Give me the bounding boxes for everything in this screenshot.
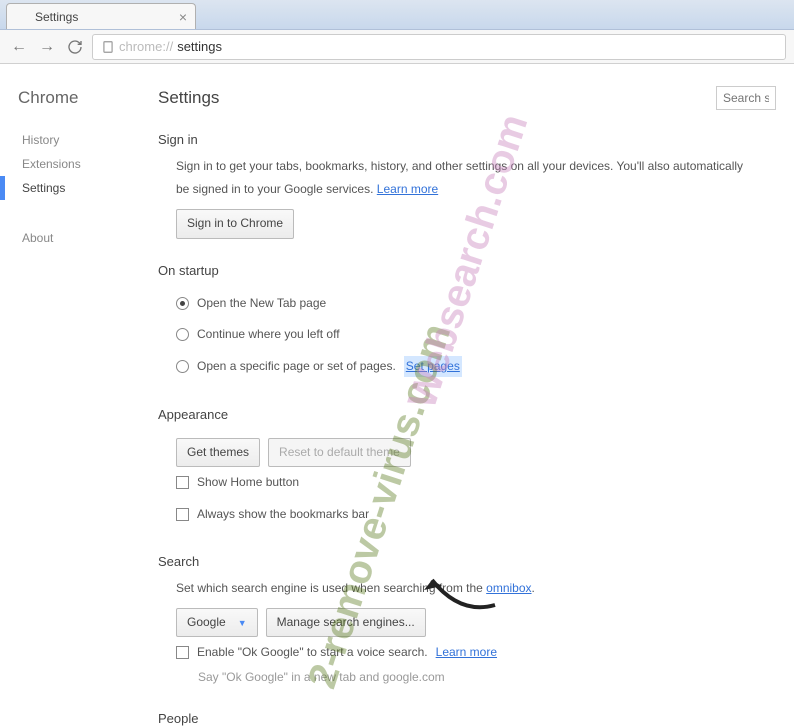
omnibox-link[interactable]: omnibox: [486, 581, 531, 595]
startup-section-title: On startup: [158, 263, 776, 278]
signin-desc-2: be signed in to your Google services.: [176, 182, 373, 196]
show-home-checkbox-row[interactable]: Show Home button: [176, 467, 776, 498]
sidebar-item-settings[interactable]: Settings: [18, 176, 140, 200]
radio-icon: [176, 297, 189, 310]
back-button[interactable]: ←: [8, 36, 30, 58]
main-content: Settings Sign in Sign in to get your tab…: [140, 64, 794, 686]
startup-option-label: Open the New Tab page: [197, 294, 326, 313]
ok-google-learn-link[interactable]: Learn more: [436, 643, 497, 662]
page-title: Settings: [158, 88, 716, 108]
radio-icon: [176, 360, 189, 373]
startup-option-continue[interactable]: Continue where you left off: [176, 319, 776, 350]
tab-bar: Settings ×: [0, 0, 794, 30]
sidebar: Chrome History Extensions Settings About: [0, 64, 140, 686]
search-section-title: Search: [158, 554, 776, 569]
get-themes-button[interactable]: Get themes: [176, 438, 260, 467]
address-bar[interactable]: chrome:// settings: [92, 34, 786, 60]
chevron-down-icon: ▼: [238, 618, 247, 628]
people-section-title: People: [158, 711, 776, 726]
signin-section-title: Sign in: [158, 132, 776, 147]
address-prefix: chrome://: [119, 39, 173, 54]
checkbox-icon: [176, 646, 189, 659]
tab-title: Settings: [35, 10, 78, 24]
show-bookmarks-label: Always show the bookmarks bar: [197, 505, 369, 524]
startup-option-newtab[interactable]: Open the New Tab page: [176, 288, 776, 319]
startup-option-label: Continue where you left off: [197, 325, 340, 344]
search-settings-input[interactable]: [716, 86, 776, 110]
sidebar-item-history[interactable]: History: [18, 128, 140, 152]
search-engine-dropdown[interactable]: Google▼: [176, 608, 258, 637]
set-pages-link[interactable]: Set pages: [404, 356, 462, 377]
startup-option-label: Open a specific page or set of pages.: [197, 357, 396, 376]
show-bookmarks-checkbox-row[interactable]: Always show the bookmarks bar: [176, 499, 776, 530]
signin-learn-more-link[interactable]: Learn more: [377, 182, 438, 196]
radio-icon: [176, 328, 189, 341]
ok-google-label: Enable "Ok Google" to start a voice sear…: [197, 643, 428, 662]
manage-search-engines-button[interactable]: Manage search engines...: [266, 608, 426, 637]
close-icon[interactable]: ×: [179, 10, 187, 24]
address-suffix: settings: [177, 39, 222, 54]
signin-desc-1: Sign in to get your tabs, bookmarks, his…: [176, 159, 743, 173]
browser-tab[interactable]: Settings ×: [6, 3, 196, 29]
ok-google-hint: Say "Ok Google" in a new tab and google.…: [176, 668, 776, 687]
startup-option-specific[interactable]: Open a specific page or set of pages. Se…: [176, 350, 776, 383]
gear-icon: [15, 10, 29, 24]
show-home-label: Show Home button: [197, 473, 299, 492]
sidebar-item-about[interactable]: About: [18, 226, 140, 250]
reset-theme-button: Reset to default theme: [268, 438, 411, 467]
sidebar-item-extensions[interactable]: Extensions: [18, 152, 140, 176]
checkbox-icon: [176, 508, 189, 521]
signin-button[interactable]: Sign in to Chrome: [176, 209, 294, 238]
search-desc: Set which search engine is used when sea…: [176, 581, 486, 595]
ok-google-checkbox-row[interactable]: Enable "Ok Google" to start a voice sear…: [176, 637, 776, 668]
sidebar-title: Chrome: [18, 88, 140, 108]
checkbox-icon: [176, 476, 189, 489]
page-icon: [101, 40, 115, 54]
toolbar: ← → chrome:// settings: [0, 30, 794, 64]
forward-button[interactable]: →: [36, 36, 58, 58]
appearance-section-title: Appearance: [158, 407, 776, 422]
reload-button[interactable]: [64, 36, 86, 58]
